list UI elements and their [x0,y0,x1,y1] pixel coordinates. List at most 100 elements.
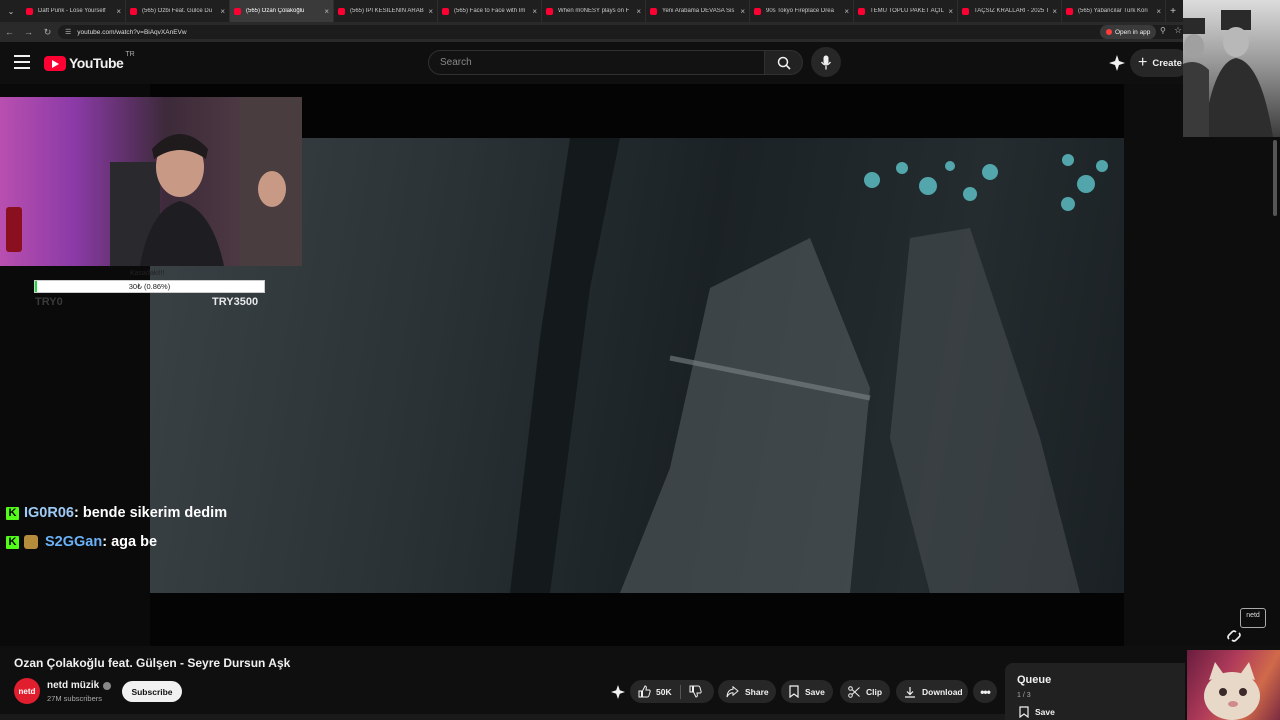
ask-ai-icon[interactable] [1108,54,1126,72]
share-button[interactable]: Share [718,680,776,703]
tab-title: (565) İPİ KESİLENİN ARAB [350,8,424,14]
download-button[interactable]: Download [896,680,968,703]
more-icon: ••• [980,684,991,699]
close-tab-icon[interactable]: × [532,7,537,16]
site-info-icon[interactable]: ☰ [65,28,71,36]
donation-min-label: TRY0 [35,296,63,308]
back-icon[interactable]: ← [0,27,19,37]
close-tab-icon[interactable]: × [324,7,329,16]
youtube-favicon-icon [754,7,761,15]
clip-button[interactable]: Clip [840,680,890,703]
chat-username: S2GGan [45,534,103,550]
browser-tab-strip: ⌄ Daft Punk - Lose Yourself × (565) Ozbi F… [0,0,1280,22]
like-button[interactable]: 50K [630,685,680,698]
logo-text: YouTube [69,55,124,71]
streamer-webcam [0,97,302,266]
queue-save-button[interactable]: Save [1019,706,1055,718]
close-tab-icon[interactable]: × [844,7,849,16]
search-icon [777,56,791,70]
youtube-header: YouTube TR Search + Create [0,42,1280,84]
thumbs-up-icon [638,685,651,698]
app-icon [1106,29,1112,35]
close-tab-icon[interactable]: × [220,7,225,16]
address-bar[interactable]: ☰ youtube.com/watch?v=BiAqvXAnEVw [58,25,1188,39]
download-icon [905,686,915,698]
close-tab-icon[interactable]: × [1052,7,1057,16]
tab-list: Daft Punk - Lose Yourself × (565) Ozbi Fea… [22,0,1166,22]
search-button[interactable] [764,50,803,75]
search-input[interactable]: Search [428,50,765,75]
close-tab-icon[interactable]: × [636,7,641,16]
cat-camera-overlay [1187,650,1280,720]
youtube-favicon-icon [26,7,33,15]
close-tab-icon[interactable]: × [948,7,953,16]
open-in-app-button[interactable]: Open in app [1100,25,1157,39]
browser-tab[interactable]: TAÇSIZ KRALLARI - 2025 T × [958,0,1062,22]
channel-name[interactable]: netd müzik [47,680,112,691]
close-tab-icon[interactable]: × [116,7,121,16]
donation-progress-text: 30₺ (0.86%) [128,282,171,291]
channel-avatar[interactable]: netd [14,678,40,704]
dislike-button[interactable] [681,685,702,698]
bookmark-star-icon[interactable]: ☆ [1174,25,1182,36]
kick-badge-icon: K [6,506,19,520]
browser-toolbar: ← → ↻ ☰ youtube.com/watch?v=BiAqvXAnEVw … [0,22,1280,42]
queue-panel[interactable]: Queue 1 / 3 Save [1005,663,1185,720]
video-title: Ozan Çolakoğlu feat. Gülşen - Seyre Durs… [14,656,291,670]
new-tab-icon[interactable]: + [1166,6,1180,17]
tab-title: (565) Face to Face with Im [454,8,526,14]
tab-title: 90s Tokyo Fireplace Drea [766,8,834,14]
youtube-favicon-icon [858,7,865,15]
page-scrollbar[interactable] [1273,140,1277,216]
cat-scene [1204,662,1260,720]
browser-tab[interactable]: (565) İPİ KESİLENİN ARAB × [334,0,438,22]
browser-tab[interactable]: Daft Punk - Lose Yourself × [22,0,126,22]
close-tab-icon[interactable]: × [428,7,433,16]
bookmark-icon [1019,706,1029,718]
youtube-play-icon [44,55,66,71]
zoom-icon[interactable]: ⚲ [1160,26,1166,35]
browser-tab[interactable]: (565) Ozbi Feat. Gülce Du × [126,0,230,22]
youtube-favicon-icon [338,7,345,15]
close-tab-icon[interactable]: × [740,7,745,16]
browser-tab[interactable]: 90s Tokyo Fireplace Drea × [750,0,854,22]
browser-tab[interactable]: When m0NESY plays on F × [542,0,646,22]
queue-count: 1 / 3 [1017,692,1031,699]
tab-title: (565) Ozan Çolakoğlu [246,8,305,14]
close-tab-icon[interactable]: × [1156,7,1161,16]
create-button[interactable]: + Create [1130,49,1190,77]
donation-progress-bar: 30₺ (0.86%) [34,280,265,293]
reload-icon[interactable]: ↻ [38,27,57,38]
browser-tab[interactable]: (565) Yabancılar Türk Kori × [1062,0,1166,22]
microphone-icon [820,55,832,69]
channel-name-text: netd müzik [47,680,100,691]
download-label: Download [922,686,963,697]
youtube-favicon-icon [234,7,241,15]
youtube-logo[interactable]: YouTube TR [44,51,135,71]
more-actions-button[interactable]: ••• [973,680,997,703]
browser-tab[interactable]: TEMU TOPLU PAKET AÇILI × [854,0,958,22]
screen: ⌄ Daft Punk - Lose Yourself × (565) Ozbi F… [0,0,1280,720]
share-label: Share [745,686,769,697]
historic-photo-overlay [1183,0,1280,137]
verified-icon [103,681,112,690]
subscribe-button[interactable]: Subscribe [122,681,182,702]
menu-icon[interactable] [14,55,30,69]
search-placeholder: Search [440,57,472,68]
forward-icon[interactable]: → [19,27,38,37]
ask-ai-icon[interactable] [610,684,626,700]
chat-message: K S2GGan : aga be [6,532,157,552]
browser-tab[interactable]: Yeni Arabama DEVASA Sis × [646,0,750,22]
share-icon [726,685,739,697]
tab-title: When m0NESY plays on F [558,8,630,14]
browser-tab[interactable]: (565) Ozan Çolakoğlu × [230,0,334,22]
right-panel-backdrop [1124,84,1280,646]
queue-save-label: Save [1035,707,1055,717]
save-button[interactable]: Save [781,680,833,703]
netd-watermark-logo: netd [1240,608,1266,628]
voice-search-button[interactable] [811,47,841,77]
bookmark-icon [789,685,799,698]
browser-tab[interactable]: (565) Face to Face with Im × [438,0,542,22]
tab-search-icon[interactable]: ⌄ [0,0,22,22]
chat-text: : bende sikerim dedim [73,505,228,521]
